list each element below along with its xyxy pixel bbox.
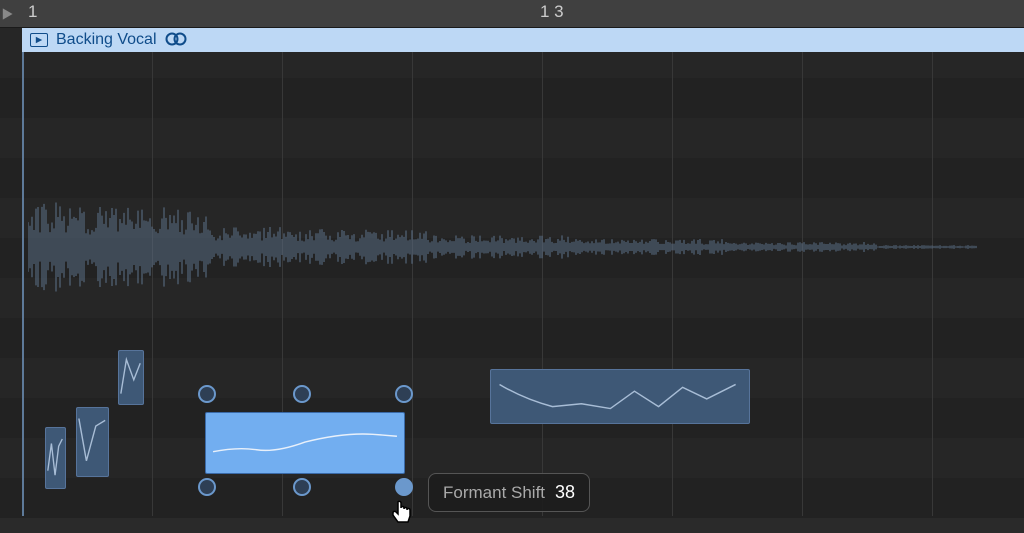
pitch-note[interactable] [205,412,405,474]
stereo-icon [165,30,187,51]
audio-editor-area[interactable]: Backing Vocal Formant Shift 38 [0,28,1024,516]
formant-handle[interactable] [293,385,311,403]
region-header[interactable]: Backing Vocal [22,28,1024,52]
formant-handle[interactable] [293,478,311,496]
ruler-start-marker [0,0,20,28]
formant-tooltip: Formant Shift 38 [428,473,590,512]
formant-handle[interactable] [395,385,413,403]
pointing-hand-cursor [390,500,414,533]
pitch-note[interactable] [490,369,750,424]
region-name-label: Backing Vocal [56,31,157,49]
timeline-ruler[interactable]: 1 1 3 [0,0,1024,28]
play-icon[interactable] [30,33,48,47]
pitch-note[interactable] [76,407,109,477]
pitch-row-stripe [0,318,1024,358]
tooltip-value: 38 [555,482,575,503]
ruler-bar-13: 1 3 [540,2,564,22]
pitch-note[interactable] [118,350,144,405]
formant-handle[interactable] [198,385,216,403]
ruler-bar-1: 1 [28,2,37,22]
pitch-editor-canvas[interactable]: Formant Shift 38 [0,52,1024,516]
pitch-row-stripe [0,158,1024,198]
region-start-line [22,52,24,516]
formant-handle[interactable] [395,478,413,496]
pitch-note[interactable] [45,427,66,489]
waveform-display [28,197,978,297]
formant-handle[interactable] [198,478,216,496]
pitch-row-stripe [0,78,1024,118]
tooltip-label: Formant Shift [443,483,545,503]
